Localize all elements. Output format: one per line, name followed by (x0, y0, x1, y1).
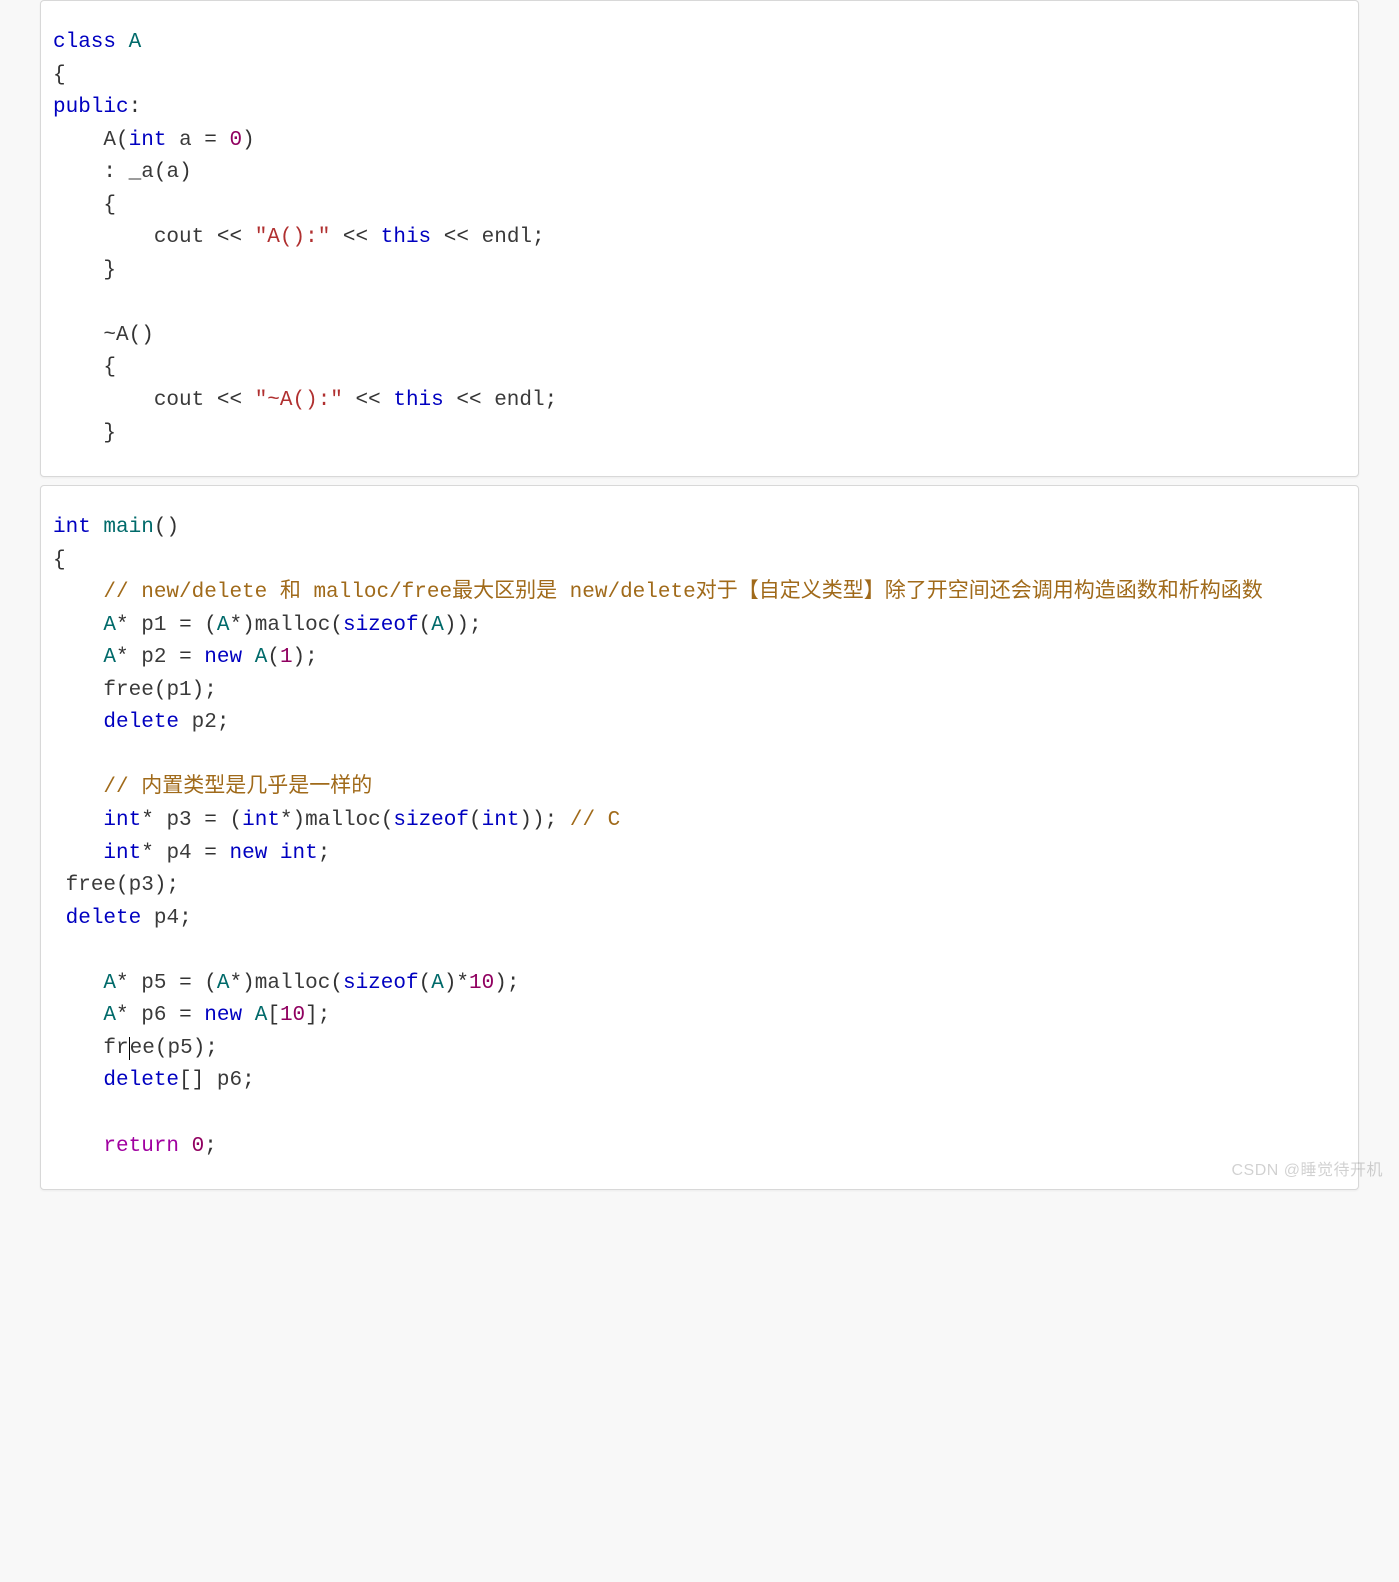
free: fr (103, 1037, 128, 1060)
var: p6 (141, 1004, 166, 1027)
brace-open: { (53, 549, 66, 572)
keyword-new: new (204, 1004, 242, 1027)
number: 1 (280, 646, 293, 669)
dtor-name: A (116, 324, 129, 347)
comment: // new/delete 和 malloc/free最大区别是 new/del… (103, 581, 1262, 604)
keyword-this: this (381, 226, 431, 249)
cout: cout (154, 389, 204, 412)
malloc: malloc (255, 614, 331, 637)
keyword-public: public (53, 96, 129, 119)
keyword-int: int (53, 516, 91, 539)
keyword-int: int (103, 842, 141, 865)
type: A (103, 972, 116, 995)
keyword-new: new (230, 842, 268, 865)
keyword-int: int (129, 129, 167, 152)
malloc: malloc (305, 809, 381, 832)
member: _a (129, 161, 154, 184)
var: p5 (141, 972, 166, 995)
free: free (103, 679, 153, 702)
class-name: A (129, 31, 142, 54)
watermark: CSDN @睡觉待开机 (1231, 1159, 1383, 1184)
string-literal: "A():" (255, 226, 331, 249)
type: A (103, 646, 116, 669)
keyword-sizeof: sizeof (343, 614, 419, 637)
keyword-this: this (393, 389, 443, 412)
var: p1 (141, 614, 166, 637)
keyword-delete: delete (66, 907, 142, 930)
param: a (179, 129, 192, 152)
keyword-delete: delete (103, 711, 179, 734)
string-literal: "~A():" (255, 389, 343, 412)
ctor-name: A (103, 129, 116, 152)
code-block-class: class A { public: A(int a = 0) : _a(a) {… (40, 0, 1359, 477)
brace-close: } (103, 422, 116, 445)
var: p3 (166, 809, 191, 832)
number: 0 (192, 1135, 205, 1158)
brace-open: { (53, 64, 66, 87)
comment: // C (570, 809, 620, 832)
keyword-new: new (204, 646, 242, 669)
malloc: malloc (255, 972, 331, 995)
endl: endl (494, 389, 544, 412)
var: p4 (166, 842, 191, 865)
cout: cout (154, 226, 204, 249)
keyword-int: int (103, 809, 141, 832)
comment: // 内置类型是几乎是一样的 (103, 776, 372, 799)
keyword-return: return (103, 1135, 179, 1158)
keyword-sizeof: sizeof (343, 972, 419, 995)
code-document: class A { public: A(int a = 0) : _a(a) {… (0, 0, 1399, 1190)
number: 10 (280, 1004, 305, 1027)
brace-close: } (103, 259, 116, 282)
fn-main: main (103, 516, 153, 539)
code-block-main: int main() { // new/delete 和 malloc/free… (40, 485, 1359, 1190)
var: p2 (141, 646, 166, 669)
type: A (103, 614, 116, 637)
type: A (103, 1004, 116, 1027)
keyword-class: class (53, 31, 116, 54)
brace-open: { (103, 356, 116, 379)
code-pre: class A { public: A(int a = 0) : _a(a) {… (53, 27, 1350, 450)
tilde: ~ (103, 324, 116, 347)
brace-open: { (103, 194, 116, 217)
endl: endl (482, 226, 532, 249)
code-pre: int main() { // new/delete 和 malloc/free… (53, 512, 1350, 1163)
free: free (66, 874, 116, 897)
keyword-delete: delete (103, 1069, 179, 1092)
keyword-sizeof: sizeof (393, 809, 469, 832)
number: 10 (469, 972, 494, 995)
number: 0 (230, 129, 243, 152)
